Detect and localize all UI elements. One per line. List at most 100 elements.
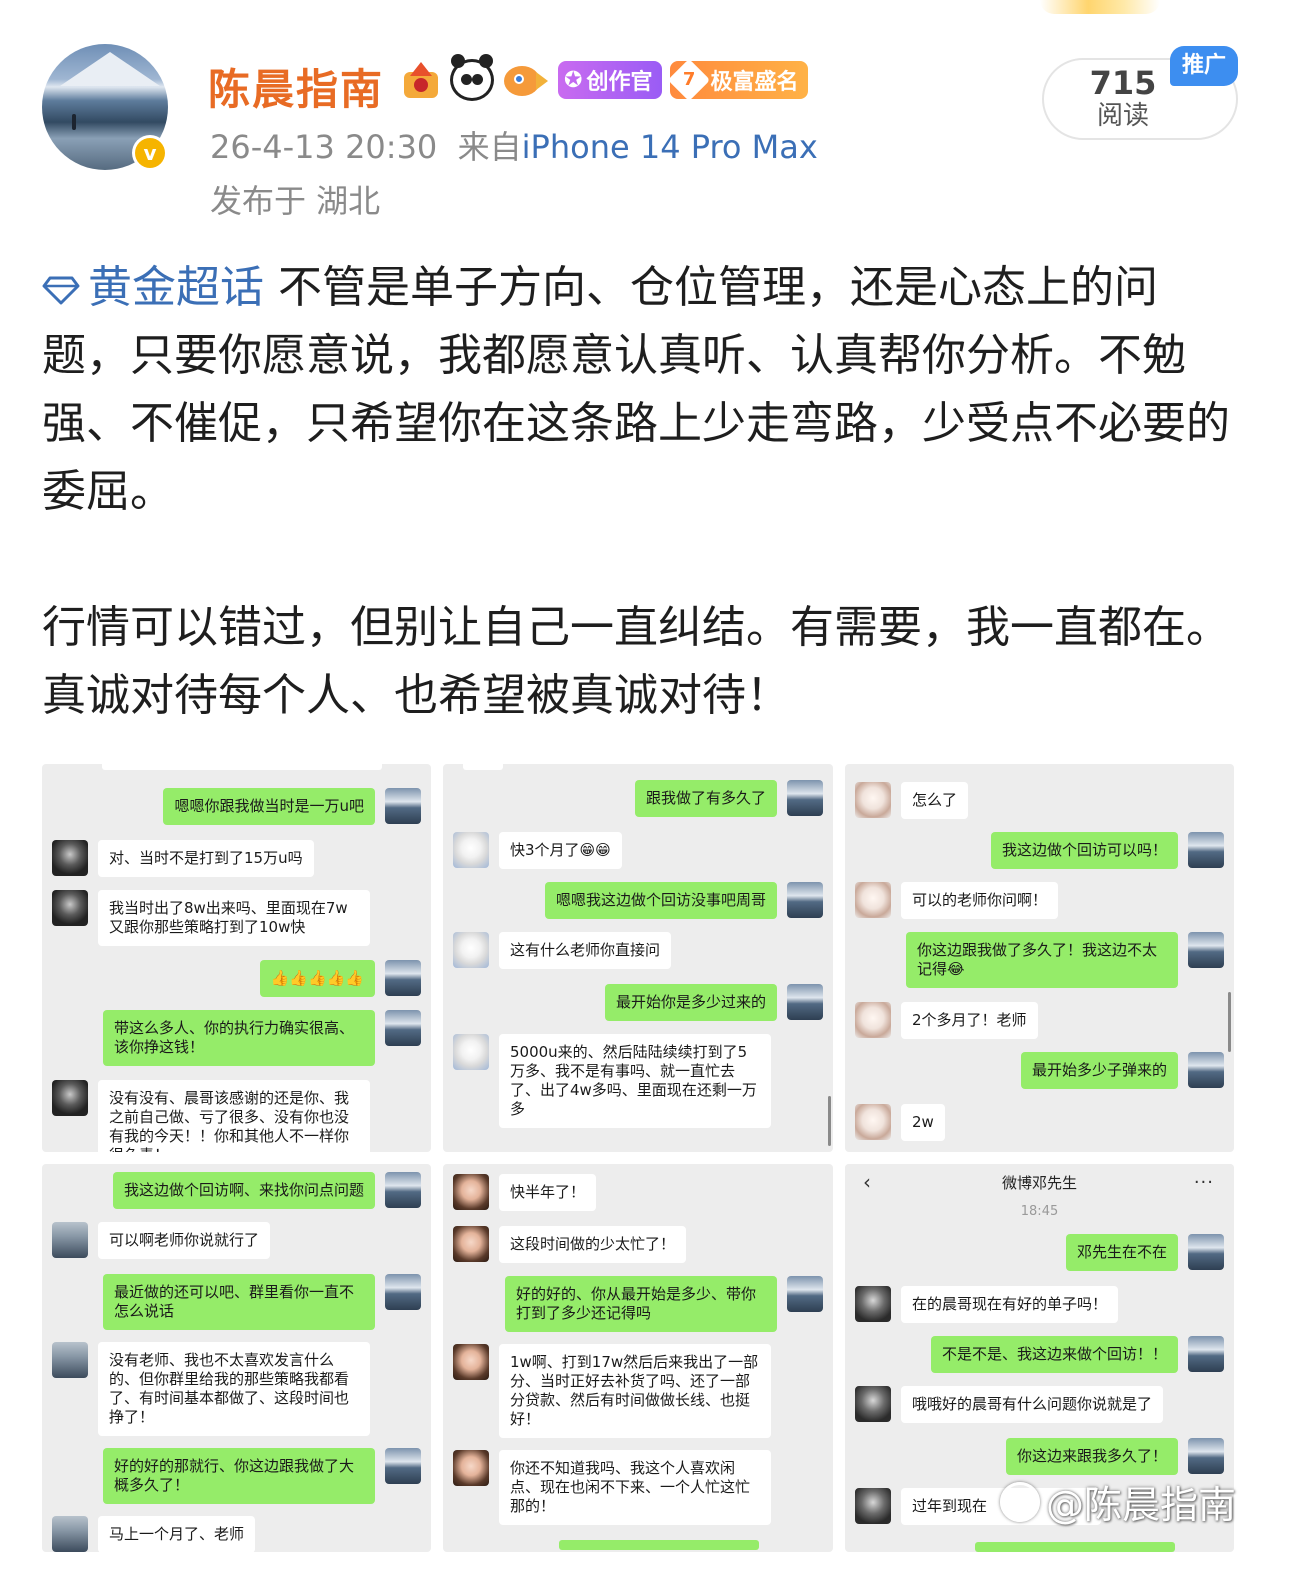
message-out: 嗯嗯你跟我做当时是一万u吧 (163, 788, 421, 825)
message-out: 👍👍👍👍👍 (259, 960, 421, 997)
message-bubble: 1w啊、打到17w然后后来我出了一部分、当时正好去补货了吗、还了一部分贷款、然后… (499, 1344, 771, 1438)
message-bubble: 我这边做个回访啊、来找你问点问题 (112, 1172, 375, 1209)
avatar (52, 840, 88, 876)
creator-icon: ✪ (564, 67, 583, 93)
message-in: 1w啊、打到17w然后后来我出了一部分、当时正好去补货了吗、还了一部分贷款、然后… (453, 1344, 771, 1438)
avatar (787, 984, 823, 1020)
avatar (787, 882, 823, 918)
avatar (1188, 1052, 1224, 1088)
chat-screenshot-4[interactable]: 我这边做个回访啊、来找你问点问题 可以啊老师你说就行了 最近做的还可以吧、群里看… (42, 1164, 431, 1552)
message-in: 没有没有、晨哥该感谢的还是你、我之前自己做、亏了很多、没有你也没有我的今天！！你… (52, 1080, 370, 1152)
message-in: 怎么了 (855, 782, 969, 819)
chat-title: 微博邓先生 (1001, 1173, 1077, 1192)
message-bubble: 这段时间做的少太忙了！ (499, 1226, 687, 1263)
cut-bubble (975, 1542, 1175, 1552)
avatar (385, 788, 421, 824)
message-bubble: 最开始多少子弹来的 (1020, 1052, 1178, 1089)
avatar (855, 782, 891, 818)
chat-screenshot-3[interactable]: 怎么了 我这边做个回访可以吗！ 可以的老师你问啊！ 你这边跟我做了多久了！我这边… (845, 764, 1234, 1152)
post-meta: 26-4-13 20:30 来自iPhone 14 Pro Max (210, 122, 818, 168)
panda-icon[interactable] (450, 54, 494, 101)
message-in: 快半年了！ (453, 1174, 597, 1211)
message-out: 嗯嗯我这边做个回访没事吧周哥 (544, 882, 823, 919)
device-link[interactable]: iPhone 14 Pro Max (522, 128, 818, 166)
post-location: 发布于 湖北 (210, 182, 381, 220)
message-out: 你这边来跟我多久了！ (1005, 1438, 1224, 1475)
chat-screenshot-2[interactable]: 跟我做了有多久了 快3个月了😁😁 嗯嗯我这边做个回访没事吧周哥 这有什么老师你直… (443, 764, 833, 1152)
message-in: 这有什么老师你直接问 (453, 932, 672, 969)
avatar (1188, 1234, 1224, 1270)
message-bubble: 带这么多人、你的执行力确实很高、该你挣这钱！ (103, 1010, 375, 1066)
avatar (453, 1344, 489, 1380)
avatar (453, 1226, 489, 1262)
avatar (1188, 932, 1224, 968)
avatar (385, 1010, 421, 1046)
message-bubble: 嗯嗯我这边做个回访没事吧周哥 (544, 882, 777, 919)
username[interactable]: 陈晨指南 (208, 56, 384, 117)
avatar (385, 960, 421, 996)
crown-icon[interactable] (400, 60, 442, 100)
back-icon[interactable]: ‹ (863, 1170, 871, 1194)
message-bubble: 马上一个月了、老师 (98, 1516, 256, 1552)
avatar (787, 1276, 823, 1312)
chat-time: 18:45 (1020, 1204, 1059, 1219)
message-bubble: 2个多月了！老师 (901, 1002, 1038, 1039)
message-bubble: 你这边跟我做了多久了！我这边不太记得😂 (906, 932, 1178, 988)
verified-badge-icon: v (132, 135, 168, 171)
post-paragraph-2: 行情可以错过，但别让自己一直纠结。有需要，我一直都在。真诚对待每个人、也希望被真… (42, 602, 1230, 721)
cut-bubble (102, 764, 382, 770)
avatar (52, 1342, 88, 1378)
avatar (52, 890, 88, 926)
avatar (1188, 1438, 1224, 1474)
avatar (1188, 832, 1224, 868)
message-out: 好的好的、你从最开始是多少、带你打到了多少还记得吗 (505, 1276, 823, 1332)
message-bubble: 这有什么老师你直接问 (499, 932, 672, 969)
rich-level-icon: 7 (668, 58, 711, 102)
message-in: 可以的老师你问啊！ (855, 882, 1059, 919)
message-bubble: 最开始你是多少过来的 (604, 984, 777, 1021)
message-in: 哦哦好的晨哥有什么问题你说就是了 (855, 1386, 1164, 1423)
avatar (385, 1274, 421, 1310)
creator-badge-label: 创作官 (586, 70, 653, 95)
avatar (453, 1450, 489, 1486)
message-bubble: 你这边来跟我多久了！ (1005, 1438, 1178, 1475)
from-label: 来自 (457, 128, 522, 166)
cut-bubble (463, 764, 503, 770)
reads-label: 阅读 (1096, 101, 1149, 131)
message-in: 2w (855, 1104, 945, 1141)
rich-badge[interactable]: 7 极富盛名 (668, 58, 809, 102)
message-out: 好的好的那就行、你这边跟我做了大概多久了！ (103, 1448, 421, 1504)
message-out: 最近做的还可以吧、群里看你一直不怎么说话 (103, 1274, 421, 1330)
scrollbar[interactable] (828, 1096, 831, 1146)
fish-icon[interactable] (502, 60, 550, 100)
avatar (787, 780, 823, 816)
scrollbar[interactable] (1228, 992, 1231, 1052)
message-in: 快3个月了😁😁 (453, 832, 622, 869)
chat-screenshot-5[interactable]: 快半年了！ 这段时间做的少太忙了！ 好的好的、你从最开始是多少、带你打到了多少还… (443, 1164, 833, 1552)
diamond-icon (42, 276, 80, 305)
avatar (453, 1174, 489, 1210)
message-bubble: 哦哦好的晨哥有什么问题你说就是了 (901, 1386, 1164, 1423)
avatar (855, 1488, 891, 1524)
message-out: 你这边跟我做了多久了！我这边不太记得😂 (906, 932, 1224, 988)
promo-button[interactable]: 推广 (1170, 46, 1238, 86)
message-bubble: 快半年了！ (499, 1174, 597, 1211)
message-out: 邓先生在不在 (1065, 1234, 1224, 1271)
message-in: 对、当时不是打到了15万u吗 (52, 840, 314, 877)
message-bubble: 你还不知道我吗、我这个人喜欢闲点、现在也闲不下来、一个人忙这忙那的！ (499, 1450, 771, 1525)
message-bubble: 我这边做个回访可以吗！ (990, 832, 1178, 869)
rich-badge-label: 极富盛名 (710, 70, 799, 95)
avatar (855, 882, 891, 918)
chat-screenshot-1[interactable]: 嗯嗯你跟我做当时是一万u吧 对、当时不是打到了15万u吗 我当时出了8w出来吗、… (42, 764, 431, 1152)
message-out: 我这边做个回访啊、来找你问点问题 (112, 1172, 421, 1209)
topic-link[interactable]: 黄金超话 (88, 262, 264, 313)
message-bubble: 不是不是、我这边来做个回访！！ (930, 1336, 1178, 1373)
message-bubble: 快3个月了😁😁 (499, 832, 622, 869)
cut-bubble (559, 1540, 759, 1550)
message-bubble: 对、当时不是打到了15万u吗 (98, 840, 314, 877)
creator-badge[interactable]: ✪ 创作官 (558, 61, 663, 99)
weibo-logo-icon (1000, 1481, 1040, 1522)
message-bubble: 邓先生在不在 (1065, 1234, 1178, 1271)
message-bubble: 没有老师、我也不太喜欢发言什么的、但你群里给我的那些策略我都看了、有时间基本都做… (98, 1342, 370, 1436)
more-icon[interactable]: ··· (1194, 1172, 1214, 1193)
